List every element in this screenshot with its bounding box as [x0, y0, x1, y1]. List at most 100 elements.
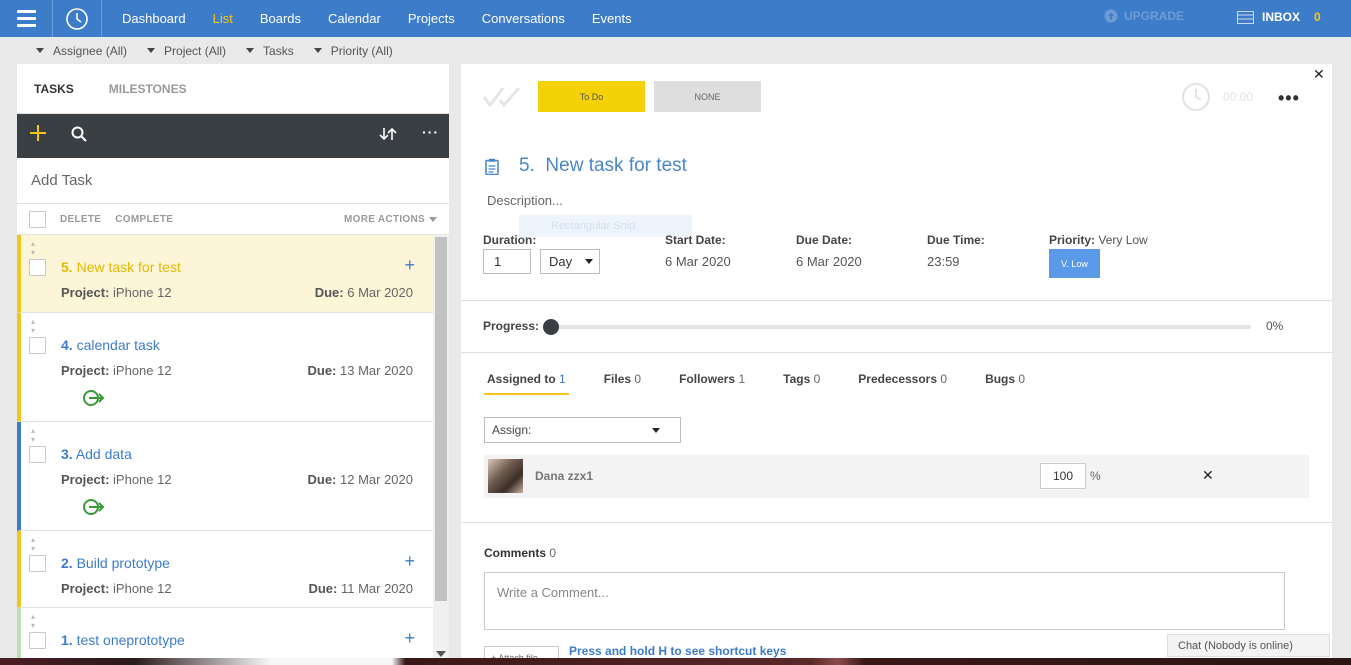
duration-unit-select[interactable]: Day [540, 249, 600, 274]
drag-handle-icon[interactable]: ▴ ▾ [31, 317, 35, 335]
task-project: Project: iPhone 12 [61, 472, 172, 487]
add-subtask-icon[interactable]: + [404, 255, 415, 276]
nav-item-conversations[interactable]: Conversations [482, 11, 565, 26]
assignee-percent-input[interactable]: 100 [1040, 463, 1086, 489]
duration-input[interactable]: 1 [483, 249, 531, 274]
task-title-link[interactable]: 2. Build prototype [61, 555, 170, 571]
menu-icon[interactable] [0, 0, 52, 37]
task-title[interactable]: 5. New task for test [519, 155, 687, 177]
upgrade-link[interactable]: UPGRADE [1104, 9, 1184, 23]
due-time-label: Due Time: [927, 233, 985, 247]
task-row[interactable]: ▴ ▾ 5. New task for test Project: iPhone 12… [17, 235, 433, 313]
status-none-button[interactable]: NONE [654, 81, 761, 112]
assignee-row: Dana zzx1 100 % ✕ [484, 455, 1309, 498]
avatar [488, 459, 523, 493]
complete-check-icon[interactable] [482, 86, 521, 111]
filter-project[interactable]: Project (All) [147, 44, 226, 58]
inbox-count: 0 [1314, 10, 1321, 24]
tab-tags[interactable]: Tags 0 [783, 372, 820, 392]
task-checkbox[interactable] [29, 259, 46, 276]
task-description[interactable]: Description... [487, 193, 563, 208]
nav-item-boards[interactable]: Boards [260, 11, 301, 26]
tab-followers[interactable]: Followers 1 [679, 372, 745, 392]
tab-predecessors[interactable]: Predecessors 0 [858, 372, 947, 392]
task-row[interactable]: ▴ ▾ 2. Build prototype Project: iPhone 12 Du… [17, 531, 433, 608]
tab-files[interactable]: Files 0 [604, 372, 641, 392]
nav-item-list[interactable]: List [213, 11, 233, 26]
task-title-link[interactable]: 5. New task for test [61, 259, 181, 275]
nav-item-calendar[interactable]: Calendar [328, 11, 381, 26]
recurring-icon[interactable] [81, 389, 105, 410]
task-list-scrollbar[interactable] [433, 235, 449, 660]
task-row[interactable]: ▴ ▾ 3. Add data Project: iPhone 12 Due: 12 M… [17, 422, 433, 531]
start-date-value[interactable]: 6 Mar 2020 [665, 254, 731, 269]
due-date-value[interactable]: 6 Mar 2020 [796, 254, 862, 269]
remove-assignee-icon[interactable]: ✕ [1202, 467, 1214, 484]
due-label: Due: [307, 363, 337, 378]
list-toolbar: ··· [17, 114, 449, 158]
divider [461, 300, 1332, 301]
chat-widget[interactable]: Chat (Nobody is online) [1167, 634, 1330, 657]
add-icon[interactable] [29, 124, 47, 145]
nav-item-events[interactable]: Events [592, 11, 632, 26]
task-project: Project: iPhone 12 [61, 363, 172, 378]
tab-tasks[interactable]: TASKS [34, 82, 74, 96]
project-value: iPhone 12 [113, 363, 172, 378]
add-subtask-icon[interactable]: + [404, 551, 415, 572]
nav-item-projects[interactable]: Projects [408, 11, 455, 26]
tab-bugs[interactable]: Bugs 0 [985, 372, 1025, 392]
add-task-input[interactable] [31, 172, 331, 189]
task-checkbox[interactable] [29, 632, 46, 649]
task-list-panel: TASKS MILESTONES ··· DELETE COMPLETE MOR… [17, 64, 449, 660]
search-icon[interactable] [71, 126, 87, 145]
scroll-down-arrow-icon[interactable] [436, 651, 446, 657]
priority-value: Very Low [1098, 233, 1148, 247]
more-options-icon[interactable]: ··· [422, 124, 439, 140]
filter-tasks[interactable]: Tasks [246, 44, 294, 58]
comment-input[interactable] [484, 572, 1285, 630]
drag-handle-icon[interactable]: ▴ ▾ [31, 239, 35, 257]
task-row[interactable]: ▴ ▾ 4. calendar task Project: iPhone 12 Due:… [17, 313, 433, 422]
task-title-link[interactable]: 4. calendar task [61, 337, 160, 353]
tab-label: Assigned to [487, 372, 556, 386]
clock-icon[interactable] [52, 0, 102, 37]
delete-action[interactable]: DELETE [60, 214, 101, 225]
due-time-value[interactable]: 23:59 [927, 254, 960, 269]
drag-handle-icon[interactable]: ▴ ▾ [31, 612, 35, 630]
task-checkbox[interactable] [29, 555, 46, 572]
assign-select[interactable]: Assign: [484, 417, 681, 443]
status-todo-button[interactable]: To Do [538, 81, 645, 112]
nav-item-dashboard[interactable]: Dashboard [122, 11, 186, 26]
inbox-icon [1237, 10, 1254, 24]
bulk-actions-row: DELETE COMPLETE MORE ACTIONS [17, 204, 449, 235]
inbox-label: INBOX [1262, 10, 1301, 24]
filter-label: Project (All) [164, 43, 227, 58]
sort-icon[interactable] [379, 127, 397, 144]
close-icon[interactable]: ✕ [1313, 66, 1325, 83]
more-actions-dropdown[interactable]: MORE ACTIONS [344, 214, 437, 225]
filter-priority[interactable]: Priority (All) [313, 44, 393, 58]
timer-value: 00:00 [1223, 90, 1254, 104]
task-checkbox[interactable] [29, 446, 46, 463]
task-title-link[interactable]: 1. test oneprototype [61, 632, 185, 648]
tab-milestones[interactable]: MILESTONES [109, 82, 187, 96]
task-more-options-icon[interactable]: ••• [1278, 88, 1300, 109]
tab-assigned-to[interactable]: Assigned to 1 [484, 372, 569, 395]
progress-slider-handle[interactable] [543, 319, 559, 335]
filter-assignee[interactable]: Assignee (All) [36, 44, 127, 58]
recurring-icon[interactable] [81, 498, 105, 519]
timer[interactable]: 00:00 [1181, 82, 1253, 112]
task-checkbox[interactable] [29, 337, 46, 354]
complete-action[interactable]: COMPLETE [115, 214, 173, 225]
task-title-link[interactable]: 3. Add data [61, 446, 132, 462]
select-all-checkbox[interactable] [29, 210, 46, 228]
progress-slider[interactable] [551, 325, 1251, 329]
drag-handle-icon[interactable]: ▴ ▾ [31, 535, 35, 553]
scrollbar-thumb[interactable] [435, 237, 447, 601]
drag-handle-icon[interactable]: ▴ ▾ [31, 426, 35, 444]
tab-count: 0 [634, 372, 642, 386]
inbox-link[interactable]: INBOX 0 [1237, 10, 1321, 24]
task-row[interactable]: ▴ ▾ 1. test oneprototype + [17, 608, 433, 660]
add-subtask-icon[interactable]: + [404, 628, 415, 649]
priority-badge-button[interactable]: V. Low [1049, 249, 1100, 278]
